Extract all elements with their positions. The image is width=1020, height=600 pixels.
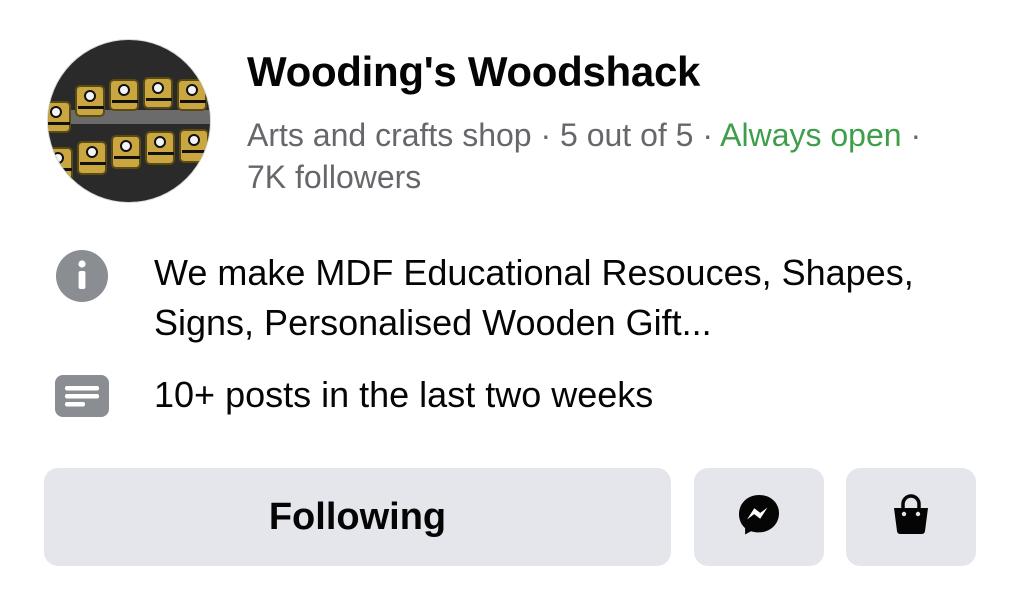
meta-separator: · [901,117,922,153]
posts-activity-text: 10+ posts in the last two weeks [154,374,654,415]
followers-count: 7K followers [247,159,422,195]
shop-button[interactable] [846,468,976,566]
about-text: We make MDF Educational Resouces, Shapes… [154,252,914,343]
page-avatar[interactable] [48,40,210,202]
page-card: Wooding's Woodshack Arts and crafts shop… [0,0,1020,600]
following-label: Following [268,495,447,538]
meta-separator: · [693,117,721,153]
page-meta: Arts and crafts shop · 5 out of 5 · Alwa… [247,114,947,198]
info-icon [54,248,110,304]
about-row[interactable]: We make MDF Educational Resouces, Shapes… [54,248,984,348]
following-button[interactable]: Following [44,468,671,566]
message-button[interactable] [694,468,824,566]
page-category: Arts and crafts shop [247,117,532,153]
page-title[interactable]: Wooding's Woodshack [247,48,700,96]
posts-activity-row: 10+ posts in the last two weeks [54,370,984,424]
hours-status: Always open [720,117,902,153]
posts-icon [54,368,110,424]
avatar-photo [48,40,210,202]
messenger-icon [736,492,782,543]
shopping-bag-icon [889,493,933,542]
page-rating: 5 out of 5 [560,117,694,153]
meta-separator: · [531,117,561,153]
